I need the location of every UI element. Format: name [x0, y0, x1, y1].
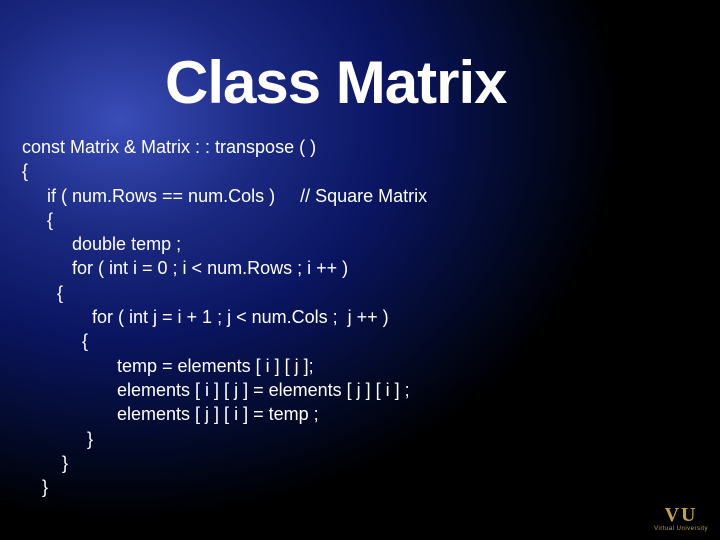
code-line: {	[22, 161, 28, 181]
code-line: {	[22, 210, 53, 230]
code-line: {	[22, 331, 88, 351]
code-block: const Matrix & Matrix : : transpose ( ) …	[22, 135, 427, 499]
code-line: elements [ j ] [ i ] = temp ;	[22, 404, 319, 424]
logo-subtitle: Virtual University	[654, 526, 708, 532]
code-line: }	[22, 429, 93, 449]
logo-text: VU	[665, 505, 698, 525]
code-line: if ( num.Rows == num.Cols ) // Square Ma…	[22, 186, 427, 206]
code-line: {	[22, 283, 63, 303]
code-line: for ( int i = 0 ; i < num.Rows ; i ++ )	[22, 258, 348, 278]
code-line: temp = elements [ i ] [ j ];	[22, 356, 314, 376]
vu-logo: VU Virtual University	[654, 505, 708, 532]
code-line: double temp ;	[22, 234, 181, 254]
code-line: }	[22, 477, 48, 497]
code-line: }	[22, 453, 68, 473]
code-line: elements [ i ] [ j ] = elements [ j ] [ …	[22, 380, 410, 400]
code-line: for ( int j = i + 1 ; j < num.Cols ; j +…	[22, 307, 389, 327]
code-line: const Matrix & Matrix : : transpose ( )	[22, 137, 316, 157]
slide-title: Class Matrix	[165, 48, 507, 117]
